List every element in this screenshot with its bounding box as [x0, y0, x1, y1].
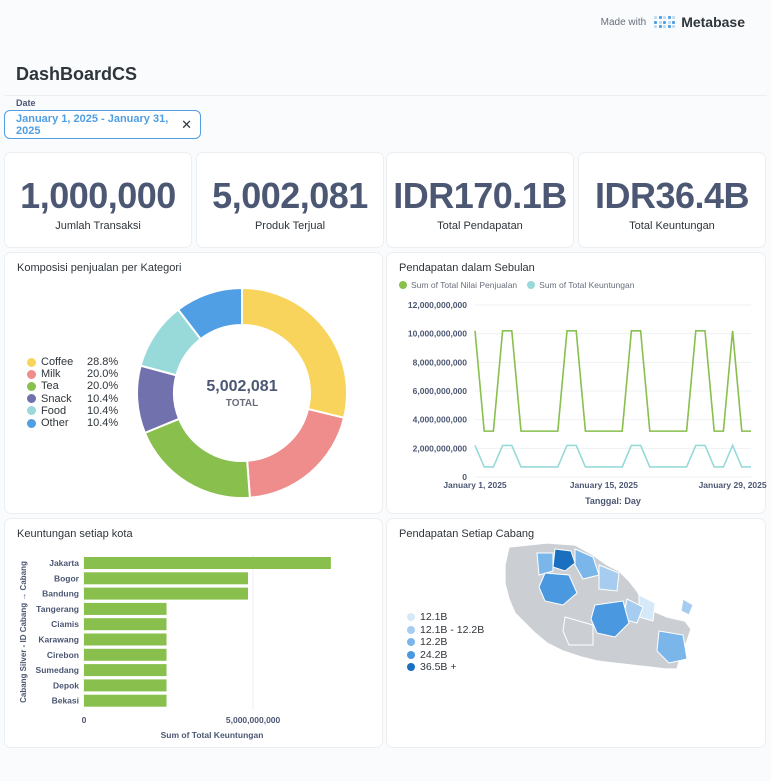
legend-label: 24.2B: [420, 648, 448, 661]
kpi-value: IDR170.1B: [393, 175, 567, 216]
kpi-card-transaksi[interactable]: 1,000,000 Jumlah Transaksi: [4, 152, 192, 248]
y-tick-label: Bogor: [54, 573, 80, 583]
bar-karawang[interactable]: [84, 633, 167, 646]
bar-chart-card[interactable]: Keuntungan setiap kota 0 5,000,000,000 Jak…: [4, 518, 383, 748]
y-tick-label: 8,000,000,000: [413, 357, 468, 367]
bar-bekasi[interactable]: [84, 694, 167, 707]
donut-center-value: 5,002,081: [206, 378, 277, 395]
map-legend: 12.1B 12.1B - 12.2B 12.2B 24.2B 36.5B +: [407, 611, 484, 674]
map-legend-item: 12.1B: [407, 611, 484, 624]
y-tick-label: 10,000,000,000: [408, 329, 467, 339]
map-card[interactable]: Pendapatan Setiap Cabang 12.1B 12.1B - 12…: [386, 518, 766, 748]
kpi-label: Produk Terjual: [254, 220, 326, 232]
kpi-label: Jumlah Transaksi: [55, 220, 141, 232]
y-tick-label: 12,000,000,000: [408, 300, 467, 310]
map-legend-item: 24.2B: [407, 649, 484, 662]
donut-slice-milk[interactable]: [246, 407, 346, 499]
x-tick-label: January 29, 2025: [699, 480, 767, 490]
line-chart: 02,000,000,0004,000,000,0006,000,000,000…: [408, 300, 767, 506]
legend-dot: [407, 650, 415, 659]
bar-tangerang[interactable]: [84, 602, 167, 615]
made-with-metabase[interactable]: Made with Metabase: [601, 14, 745, 30]
date-filter-value: January 1, 2025 - January 31, 2025: [16, 112, 169, 137]
made-with-label: Made with: [600, 16, 647, 28]
x-tick-label: 0: [82, 715, 87, 725]
legend-dot: [407, 613, 415, 622]
y-tick-label: 6,000,000,000: [413, 386, 468, 396]
donut-center-label: TOTAL: [226, 398, 258, 409]
bar-bogor[interactable]: [84, 572, 249, 585]
kpi-card-produk-terjual[interactable]: 5,002,081 Produk Terjual: [196, 152, 384, 248]
bar-jakarta[interactable]: [84, 557, 331, 569]
y-tick-label: Bekasi: [52, 696, 79, 706]
date-filter[interactable]: January 1, 2025 - January 31, 2025 ✕: [4, 110, 201, 139]
kpi-card-total-pendapatan[interactable]: IDR170.1B Total Pendapatan: [386, 152, 574, 248]
legend-dot: [407, 625, 415, 634]
bar-depok[interactable]: [84, 679, 167, 692]
legend-label: 12.2B: [420, 636, 448, 649]
metabase-wordmark: Metabase: [681, 14, 745, 30]
kpi-label: Total Keuntungan: [629, 220, 715, 232]
map-region-depok: [680, 598, 694, 616]
bar-chart: 0 5,000,000,000 Jakarta Bogor Bandung Tangera…: [19, 555, 331, 740]
bar-sumedang[interactable]: [84, 664, 167, 677]
y-tick-label: Depok: [53, 680, 79, 690]
y-tick-label: 2,000,000,000: [413, 443, 468, 453]
date-filter-label: Date: [16, 98, 36, 108]
donut-slice-tea[interactable]: [143, 417, 251, 499]
close-icon[interactable]: ✕: [181, 117, 192, 133]
bar-ciamis[interactable]: [84, 618, 167, 631]
y-tick-label: Ciamis: [51, 619, 79, 629]
x-axis-label: Sum of Total Keuntungan: [161, 730, 264, 740]
x-tick-label: 5,000,000,000: [226, 715, 281, 725]
kpi-label: Total Pendapatan: [437, 220, 523, 232]
kpi-value: 5,002,081: [212, 175, 368, 216]
donut-chart: 5,002,081 TOTAL: [136, 286, 348, 499]
map-legend-item: 12.2B: [407, 636, 484, 649]
kpi-value: 1,000,000: [20, 175, 176, 216]
legend-dot: [407, 663, 415, 672]
x-axis-label: Tanggal: Day: [585, 496, 641, 506]
kpi-value: IDR36.4B: [594, 175, 750, 216]
map-region-tangerang: [536, 552, 554, 576]
y-tick-label: Jakarta: [49, 558, 79, 568]
metabase-logo-icon: [654, 16, 676, 28]
y-tick-label: Bandung: [42, 589, 79, 599]
bar-cirebon[interactable]: [84, 648, 167, 661]
series-line-penjualan[interactable]: [474, 330, 751, 432]
x-tick-label: January 1, 2025: [443, 480, 507, 490]
kpi-card-total-keuntungan[interactable]: IDR36.4B Total Keuntungan: [578, 152, 766, 248]
y-tick-label: 4,000,000,000: [413, 415, 468, 425]
x-tick-label: January 15, 2025: [570, 480, 638, 490]
legend-label: 36.5B +: [420, 661, 457, 674]
map-legend-item: 12.1B - 12.2B: [407, 624, 484, 637]
y-tick-label: Karawang: [38, 635, 79, 645]
map-legend-item: 36.5B +: [407, 661, 484, 674]
dashboard-title: DashBoardCS: [16, 64, 138, 84]
y-axis-label: Cabang Silver - ID Cabang → Cabang: [19, 561, 28, 703]
legend-dot: [407, 638, 415, 647]
y-tick-label: Sumedang: [36, 665, 79, 675]
line-chart-card[interactable]: Pendapatan dalam Sebulan Sum of Total Ni…: [386, 252, 767, 514]
bar-bandung[interactable]: [84, 587, 249, 600]
legend-label: 12.1B: [420, 611, 448, 624]
y-tick-label: Cirebon: [47, 650, 79, 660]
header-divider: [4, 95, 767, 96]
legend-label: 12.1B - 12.2B: [420, 623, 485, 636]
y-tick-label: Tangerang: [36, 604, 79, 614]
donut-chart-card[interactable]: Komposisi penjualan per Kategori Coffee 2…: [4, 252, 383, 514]
